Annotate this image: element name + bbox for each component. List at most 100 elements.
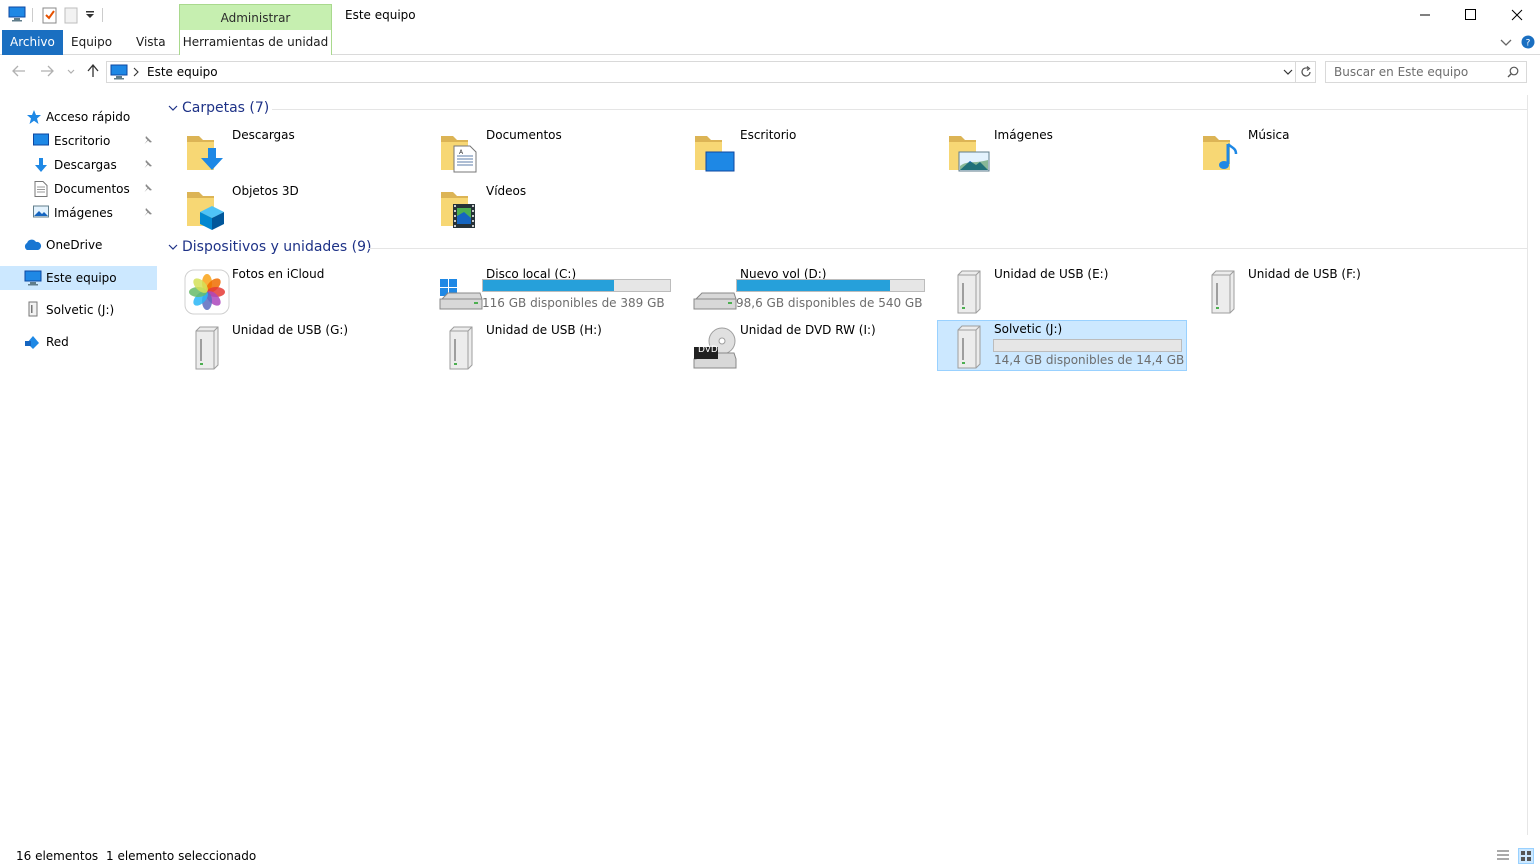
usage-bar-fill	[737, 280, 891, 291]
usb-drive-icon	[946, 324, 992, 370]
usage-bar	[482, 279, 671, 292]
address-history-icon[interactable]	[1283, 69, 1293, 76]
new-folder-icon[interactable]	[64, 6, 78, 24]
forward-arrow-icon[interactable]	[40, 65, 54, 77]
hard-drive-icon	[692, 269, 738, 315]
computer-icon	[110, 64, 128, 80]
tile-label: Unidad de DVD RW (I:)	[740, 323, 876, 337]
address-bar[interactable]: Este equipo	[106, 61, 1296, 83]
pin-icon[interactable]	[143, 159, 153, 169]
help-icon[interactable]: ?	[1521, 35, 1535, 49]
nav-este-equipo[interactable]: Este equipo	[0, 266, 157, 290]
svg-text:?: ?	[1526, 39, 1531, 49]
refresh-icon	[1300, 66, 1312, 78]
device-tile-icloud-photos[interactable]: Fotos en iCloud	[180, 265, 430, 317]
device-tile-solvetic-j[interactable]: Solvetic (J:) 14,4 GB disponibles de 14,…	[937, 320, 1187, 371]
usb-drive-icon	[946, 269, 992, 315]
tile-label: Solvetic (J:)	[994, 322, 1063, 336]
nav-quick-access[interactable]: Acceso rápido	[0, 105, 157, 129]
nav-label: Red	[46, 335, 69, 349]
tab-vista[interactable]: Vista	[126, 30, 176, 55]
pin-icon[interactable]	[143, 207, 153, 217]
tab-herramientas-de-unidad[interactable]: Herramientas de unidad	[179, 30, 332, 55]
context-tab-group: Administrar	[179, 4, 332, 32]
expand-ribbon-icon[interactable]	[1500, 37, 1512, 47]
maximize-button[interactable]	[1448, 0, 1494, 30]
tile-label: Escritorio	[740, 128, 797, 142]
breadcrumb-chevron-icon[interactable]	[133, 67, 139, 77]
nav-label: Acceso rápido	[46, 110, 131, 124]
nav-item-documentos[interactable]: Documentos	[0, 177, 157, 201]
usb-drive-icon	[184, 325, 230, 371]
device-tile-usb-h[interactable]: Unidad de USB (H:)	[434, 321, 684, 373]
folder-tile-documentos[interactable]: A Documentos	[434, 126, 684, 178]
device-tile-dvd-i[interactable]: DVD Unidad de DVD RW (I:)	[688, 321, 938, 373]
status-item-count: 16 elementos	[16, 849, 99, 863]
device-tile-usb-f[interactable]: Unidad de USB (F:)	[1196, 265, 1446, 317]
minimize-button[interactable]	[1402, 0, 1448, 30]
folder-tile-descargas[interactable]: Descargas	[180, 126, 430, 178]
window-title: Este equipo	[345, 8, 416, 22]
search-box[interactable]	[1325, 61, 1527, 83]
documents-folder-icon: A	[438, 130, 484, 176]
nav-item-imagenes[interactable]: Imágenes	[0, 201, 157, 225]
tile-label: Imágenes	[994, 128, 1053, 142]
star-icon	[26, 109, 42, 125]
up-arrow-icon[interactable]	[87, 64, 99, 78]
nav-item-descargas[interactable]: Descargas	[0, 153, 157, 177]
customize-toolbar-icon[interactable]	[85, 10, 95, 20]
tab-archivo[interactable]: Archivo	[2, 30, 63, 55]
computer-icon	[24, 270, 42, 286]
tile-label: Unidad de USB (F:)	[1248, 267, 1361, 281]
folder-tile-musica[interactable]: Música	[1196, 126, 1446, 178]
icloud-photos-icon	[184, 269, 230, 315]
group-header-carpetas[interactable]: Carpetas (7)	[182, 100, 269, 116]
nav-red[interactable]: Red	[0, 330, 157, 354]
videos-folder-icon	[438, 186, 484, 232]
recent-locations-icon[interactable]	[67, 69, 75, 75]
collapse-chevron-icon[interactable]	[168, 104, 178, 112]
download-arrow-icon	[33, 157, 49, 173]
pin-icon[interactable]	[143, 135, 153, 145]
usage-bar	[993, 339, 1182, 352]
nav-onedrive[interactable]: OneDrive	[0, 233, 157, 257]
separator	[32, 8, 33, 22]
folder-tile-objetos-3d[interactable]: Objetos 3D	[180, 182, 430, 234]
tiles-view-icon[interactable]	[1518, 848, 1534, 864]
pin-icon[interactable]	[143, 183, 153, 193]
search-input[interactable]	[1334, 65, 1504, 79]
device-tile-usb-e[interactable]: Unidad de USB (E:)	[942, 265, 1192, 317]
group-header-dispositivos[interactable]: Dispositivos y unidades (9)	[182, 239, 372, 255]
folder-tile-imagenes[interactable]: Imágenes	[942, 126, 1192, 178]
windows-drive-icon	[438, 269, 484, 315]
close-button[interactable]	[1494, 0, 1540, 30]
search-icon[interactable]	[1507, 66, 1519, 78]
device-tile-disco-c[interactable]: Disco local (C:) 116 GB disponibles de 3…	[434, 265, 684, 317]
usb-drive-icon	[438, 325, 484, 371]
refresh-button[interactable]	[1296, 61, 1316, 83]
back-arrow-icon[interactable]	[12, 65, 26, 77]
tile-label: Unidad de USB (H:)	[486, 323, 602, 337]
device-tile-nuevo-vol-d[interactable]: Nuevo vol (D:) 98,6 GB disponibles de 54…	[688, 265, 938, 317]
network-icon	[24, 334, 42, 350]
title-bar: Administrar Este equipo	[0, 0, 1540, 32]
free-space-text: 116 GB disponibles de 389 GB	[482, 296, 665, 310]
nav-item-escritorio[interactable]: Escritorio	[0, 129, 157, 153]
usb-drive-icon	[28, 301, 38, 317]
desktop-icon	[33, 133, 49, 147]
folder-tile-videos[interactable]: Vídeos	[434, 182, 684, 234]
nav-label: Documentos	[54, 182, 130, 196]
collapse-chevron-icon[interactable]	[168, 243, 178, 251]
breadcrumb[interactable]: Este equipo	[147, 65, 218, 79]
tile-label: Fotos en iCloud	[232, 267, 325, 281]
document-icon	[34, 181, 48, 197]
properties-icon[interactable]	[42, 6, 58, 24]
device-tile-usb-g[interactable]: Unidad de USB (G:)	[180, 321, 430, 373]
nav-label: Descargas	[54, 158, 117, 172]
tile-label: Vídeos	[486, 184, 527, 198]
details-view-icon[interactable]	[1496, 849, 1510, 863]
tab-equipo[interactable]: Equipo	[61, 30, 122, 55]
computer-icon[interactable]	[8, 6, 26, 22]
nav-solvetic[interactable]: Solvetic (J:)	[0, 298, 157, 322]
folder-tile-escritorio[interactable]: Escritorio	[688, 126, 938, 178]
